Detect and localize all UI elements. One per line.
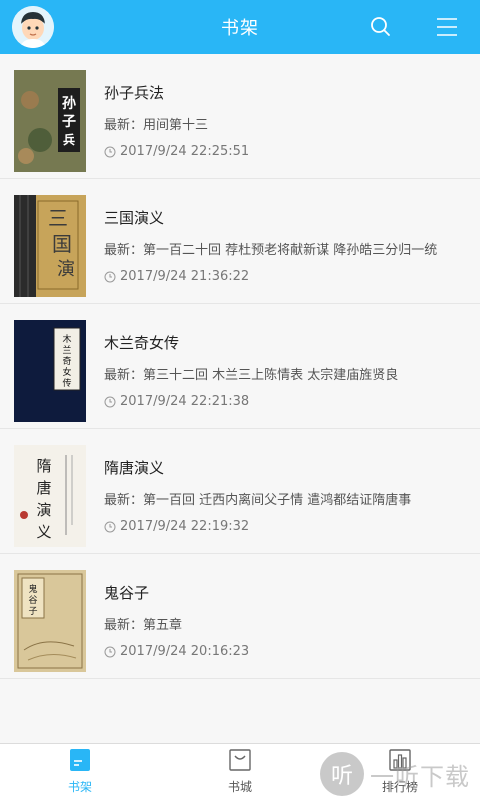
book-title: 隋唐演义 bbox=[104, 459, 165, 477]
update-time-text: 2017/9/24 20:16:23 bbox=[120, 644, 250, 659]
svg-text:子: 子 bbox=[62, 114, 76, 130]
svg-text:三: 三 bbox=[48, 206, 68, 230]
book-cover-image[interactable]: 三 国 演 bbox=[14, 195, 86, 297]
book-cover-image[interactable]: 鬼 谷 子 bbox=[14, 570, 86, 672]
tab-bookstore[interactable]: 书城 bbox=[160, 744, 320, 800]
svg-text:谷: 谷 bbox=[28, 595, 37, 606]
book-item[interactable]: 木 兰 奇 女 传 木兰奇女传 最新：第三十二回 木兰三上陈情表 太宗建庙旌贤良… bbox=[0, 304, 480, 429]
page-title: 书架 bbox=[221, 18, 259, 39]
svg-text:孙: 孙 bbox=[62, 95, 76, 112]
update-time: 2017/9/24 22:21:38 bbox=[104, 394, 249, 409]
book-item[interactable]: 隋 唐 演 义 隋唐演义 最新：第一百回 迁西内离间父子情 遣鸿都结证隋唐事 2… bbox=[0, 429, 480, 554]
svg-text:隋: 隋 bbox=[36, 457, 51, 475]
book-cover-image[interactable]: 隋 唐 演 义 bbox=[14, 445, 86, 547]
svg-text:国: 国 bbox=[52, 232, 72, 256]
book-cover-image[interactable]: 木 兰 奇 女 传 bbox=[14, 320, 86, 422]
svg-text:义: 义 bbox=[36, 523, 51, 541]
svg-text:木: 木 bbox=[62, 333, 71, 345]
svg-text:子: 子 bbox=[28, 606, 37, 617]
latest-chapter: 最新：第三十二回 木兰三上陈情表 太宗建庙旌贤良 bbox=[104, 368, 399, 383]
watermark-logo: 听 bbox=[320, 752, 364, 796]
svg-text:传: 传 bbox=[62, 377, 71, 389]
update-time-text: 2017/9/24 22:19:32 bbox=[120, 519, 250, 534]
tab-bookshelf[interactable]: 书架 bbox=[0, 744, 160, 800]
book-title: 鬼谷子 bbox=[104, 584, 150, 602]
clock-icon bbox=[104, 646, 116, 657]
update-time: 2017/9/24 22:25:51 bbox=[104, 144, 249, 159]
store-bag-icon bbox=[229, 749, 251, 771]
latest-chapter: 最新：第一百二十回 荐杜预老将献新谋 降孙皓三分归一统 bbox=[104, 243, 438, 258]
update-time: 2017/9/24 22:19:32 bbox=[104, 519, 249, 534]
book-item[interactable]: 孙 子 兵 孙子兵法 最新：用间第十三 2017/9/24 22:25:51 bbox=[0, 54, 480, 179]
clock-icon bbox=[104, 396, 116, 407]
update-time: 2017/9/24 20:16:23 bbox=[104, 644, 249, 659]
svg-text:奇: 奇 bbox=[62, 355, 71, 367]
svg-text:唐: 唐 bbox=[36, 479, 51, 497]
svg-text:女: 女 bbox=[62, 366, 71, 378]
search-icon[interactable] bbox=[368, 14, 394, 40]
bookshelf-list: 孙 子 兵 孙子兵法 最新：用间第十三 2017/9/24 22:25:51 三 bbox=[0, 54, 480, 679]
watermark-text: 一听下载 bbox=[370, 762, 470, 791]
book-item[interactable]: 鬼 谷 子 鬼谷子 最新：第五章 2017/9/24 20:16:23 bbox=[0, 554, 480, 679]
svg-text:兰: 兰 bbox=[62, 344, 71, 356]
svg-text:演: 演 bbox=[57, 259, 75, 280]
clock-icon bbox=[104, 146, 116, 157]
update-time: 2017/9/24 21:36:22 bbox=[104, 269, 249, 284]
book-title: 木兰奇女传 bbox=[104, 334, 180, 352]
tab-label: 书架 bbox=[67, 780, 92, 794]
update-time-text: 2017/9/24 22:25:51 bbox=[120, 144, 250, 159]
avatar[interactable] bbox=[12, 6, 54, 48]
app-header: 书架 bbox=[0, 0, 480, 54]
book-title: 孙子兵法 bbox=[104, 84, 165, 102]
clock-icon bbox=[104, 521, 116, 532]
latest-chapter: 最新：第五章 bbox=[104, 618, 183, 633]
book-title: 三国演义 bbox=[104, 209, 165, 227]
svg-text:鬼: 鬼 bbox=[28, 583, 37, 595]
latest-chapter: 最新：用间第十三 bbox=[104, 118, 209, 133]
tab-label: 书城 bbox=[227, 780, 252, 794]
book-item[interactable]: 三 国 演 三国演义 最新：第一百二十回 荐杜预老将献新谋 降孙皓三分归一统 2… bbox=[0, 179, 480, 304]
update-time-text: 2017/9/24 22:21:38 bbox=[120, 394, 250, 409]
watermark: 听 一听下载 bbox=[320, 752, 470, 796]
menu-icon[interactable] bbox=[434, 14, 460, 40]
svg-text:演: 演 bbox=[36, 501, 51, 519]
svg-text:兵: 兵 bbox=[63, 132, 75, 147]
book-cover-image[interactable]: 孙 子 兵 bbox=[14, 70, 86, 172]
latest-chapter: 最新：第一百回 迁西内离间父子情 遣鸿都结证隋唐事 bbox=[104, 493, 412, 508]
clock-icon bbox=[104, 271, 116, 282]
bookshelf-icon bbox=[70, 749, 90, 771]
update-time-text: 2017/9/24 21:36:22 bbox=[120, 269, 250, 284]
